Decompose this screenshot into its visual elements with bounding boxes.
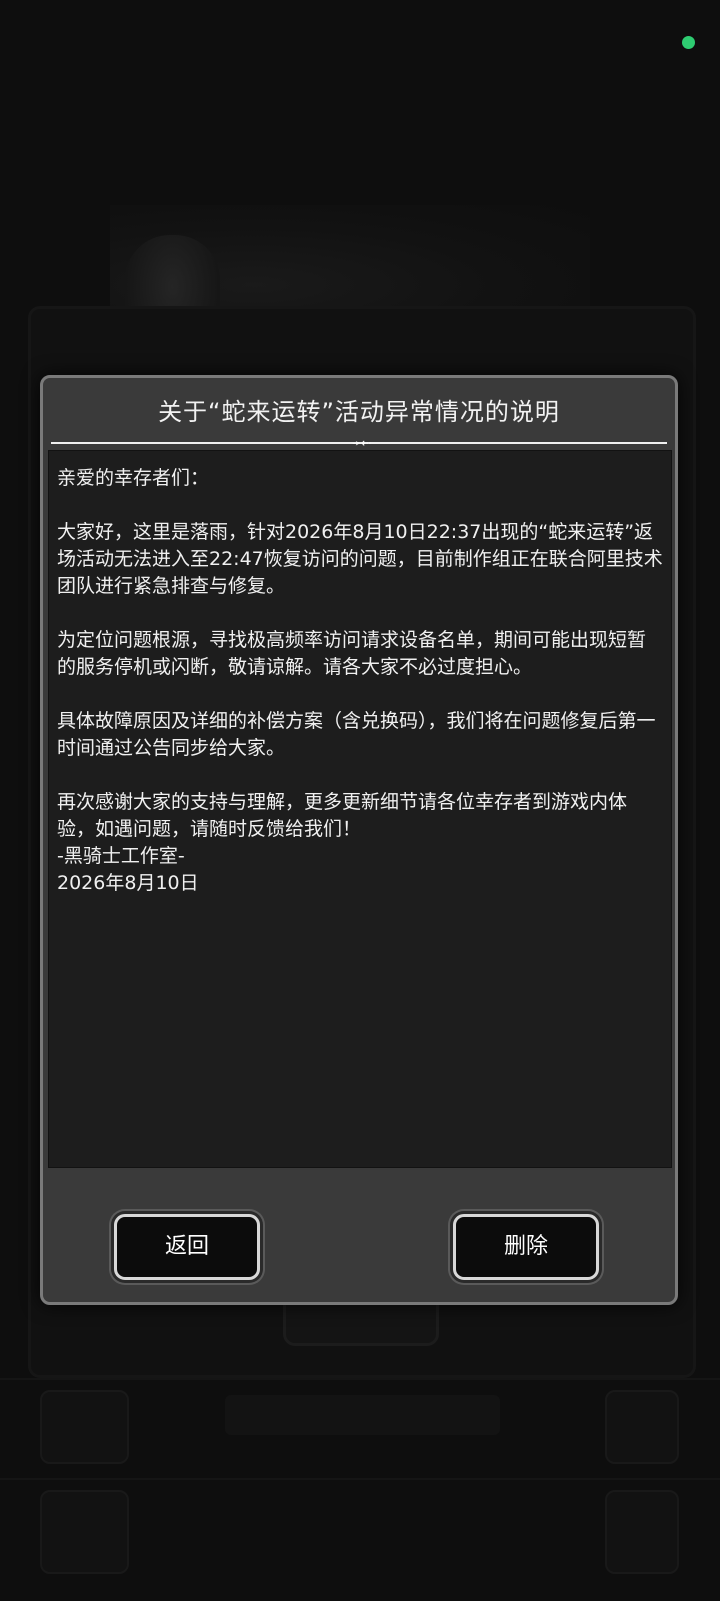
announcement-paragraph: 具体故障原因及详细的补偿方案（含兑换码），我们将在问题修复后第一时间通过公告同步… <box>57 710 656 759</box>
background-tile <box>40 1490 129 1574</box>
background-divider <box>0 1478 720 1480</box>
background-tile <box>605 1490 679 1574</box>
announcement-paragraph: 为定位问题根源，寻找极高频率访问请求设备名单，期间可能出现短暂的服务停机或闪断，… <box>57 629 647 678</box>
announcement-paragraph: 大家好，这里是落雨，针对2026年8月10日22:37出现的“蛇来运转”返场活动… <box>57 521 663 597</box>
status-indicator-dot <box>682 36 695 49</box>
announcement-content[interactable]: 亲爱的幸存者们： 大家好，这里是落雨，针对2026年8月10日22:37出现的“… <box>48 450 672 1168</box>
back-button[interactable]: 返回 <box>114 1214 260 1280</box>
delete-button[interactable]: 删除 <box>453 1214 599 1280</box>
background-label-bar <box>225 1395 500 1435</box>
game-screen: 关于“蛇来运转”活动异常情况的说明 ➛⇠ 亲爱的幸存者们： 大家好，这里是落雨，… <box>0 0 720 1601</box>
announcement-dialog: 关于“蛇来运转”活动异常情况的说明 ➛⇠ 亲爱的幸存者们： 大家好，这里是落雨，… <box>40 375 678 1305</box>
signature-text: -黑骑士工作室- <box>57 845 185 867</box>
date-text: 2026年8月10日 <box>57 872 199 894</box>
greeting-text: 亲爱的幸存者们： <box>57 467 210 489</box>
background-tile <box>605 1390 679 1464</box>
background-tile <box>40 1390 129 1464</box>
announcement-paragraph: 再次感谢大家的支持与理解，更多更新细节请各位幸存者到游戏内体验，如遇问题，请随时… <box>57 791 628 840</box>
background-divider <box>0 1378 720 1380</box>
divider-ornament-icon: ➛⇠ <box>351 436 371 450</box>
dialog-header: 关于“蛇来运转”活动异常情况的说明 ➛⇠ <box>43 378 675 450</box>
dialog-title: 关于“蛇来运转”活动异常情况的说明 <box>158 398 560 426</box>
